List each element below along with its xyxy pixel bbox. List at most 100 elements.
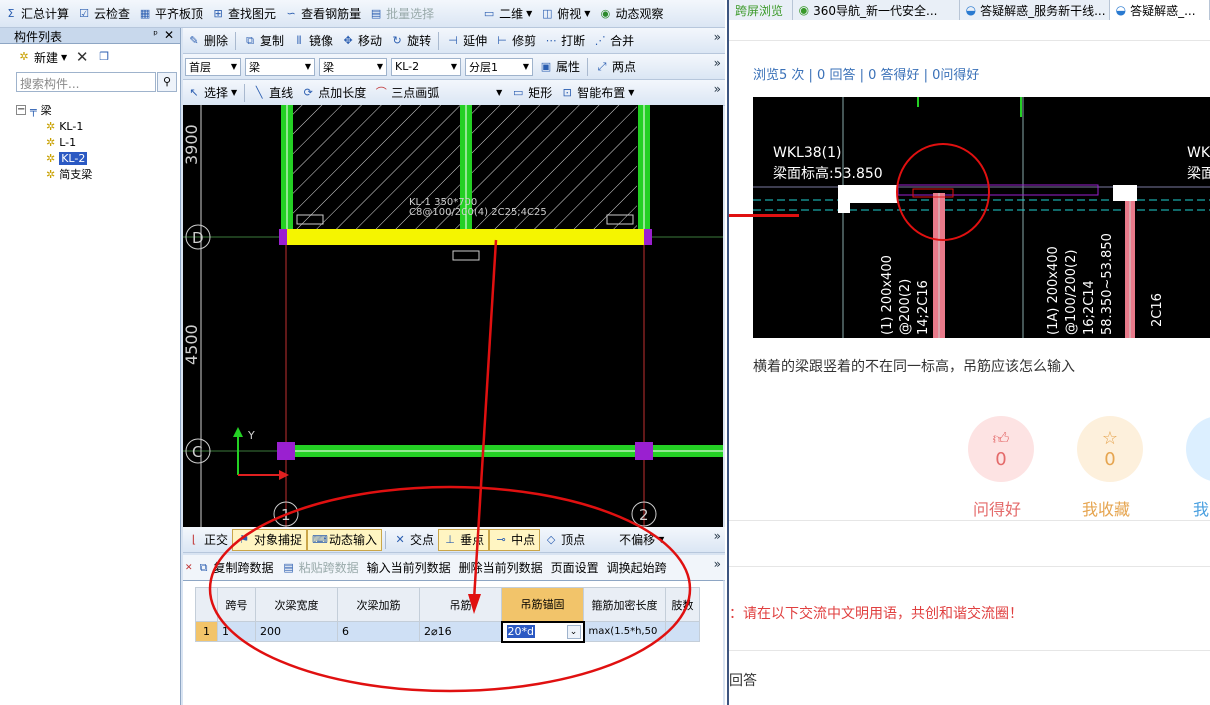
search-input[interactable]: 搜索构件... [16, 72, 156, 92]
view-2d-dropdown[interactable]: ▭ 二维 ▼ [478, 3, 536, 25]
delete-component-button[interactable]: ✕ [71, 46, 93, 68]
tree-item[interactable]: ✲ KL-1 [16, 118, 92, 134]
input-column-button[interactable]: 输入当前列数据 [363, 557, 455, 579]
midpoint-snap[interactable]: ⊸ 中点 [489, 528, 541, 551]
column-c2[interactable] [635, 442, 653, 460]
mirror-button[interactable]: ⫴ 镜像 [288, 30, 337, 52]
point-length-button[interactable]: ⟳ 点加长度 [297, 82, 370, 104]
question-stats: 浏览5 次 | 0 回答 | 0 答得好 | 0问得好 [753, 68, 980, 83]
properties-button[interactable]: ▣ 属性 [535, 56, 584, 78]
close-icon[interactable]: ✕ [185, 563, 193, 573]
col-width[interactable]: 次梁宽度 [255, 587, 338, 622]
rect-button[interactable]: ▭ 矩形 [507, 82, 556, 104]
more-icon[interactable]: » [714, 30, 721, 44]
new-component-button[interactable]: ✲ 新建 ▼ [13, 46, 71, 68]
tab-360[interactable]: ◉ 360导航_新一代安全... [792, 0, 960, 20]
arc-button[interactable]: ⌒ 三点画弧 [370, 82, 443, 104]
rotate-button[interactable]: ↻ 旋转 [386, 30, 435, 52]
batch-select-button[interactable]: ▤ 批量选择 [365, 3, 438, 25]
layer-dropdown[interactable]: 分层1 ▼ [465, 57, 533, 76]
tab-qa2[interactable]: ◒ 答疑解惑_... [1109, 0, 1210, 20]
paste-span-button[interactable]: ▤ 粘贴跨数据 [278, 557, 363, 579]
ortho-toggle[interactable]: ⌊ 正交 [183, 529, 232, 551]
tab-qa1[interactable]: ◒ 答疑解惑_服务新干线... [959, 0, 1110, 20]
cloud-check-button[interactable]: ☑ 云检查 [73, 3, 134, 25]
copy-span-button[interactable]: ⧉ 复制跨数据 [193, 557, 278, 579]
tree-item[interactable]: ✲ L-1 [16, 134, 92, 150]
smart-layout-button[interactable]: ⊡ 智能布置 ▼ [556, 82, 638, 104]
view-top-dropdown[interactable]: ◫ 俯视 ▼ [536, 3, 594, 25]
perpendicular-snap[interactable]: ⊥ 垂点 [438, 528, 490, 551]
tree-item[interactable]: ✲ 简支梁 [16, 166, 92, 182]
copy-component-button[interactable]: ❐ [93, 46, 115, 68]
delete-column-button[interactable]: 删除当前列数据 [455, 557, 547, 579]
component-dropdown[interactable]: KL-2 ▼ [391, 57, 461, 76]
delete-button[interactable]: ✎ 删除 [183, 30, 232, 52]
move-button[interactable]: ✥ 移动 [337, 30, 386, 52]
cell-anchor[interactable]: 20*d ⌄ [500, 620, 585, 643]
pin-icon[interactable]: ᵖ [153, 28, 158, 41]
offset-dropdown[interactable]: 不偏移 ▼ [615, 529, 668, 551]
arc-dropdown[interactable]: ▼ [445, 84, 505, 102]
more-icon[interactable]: » [714, 529, 721, 543]
more-icon[interactable]: » [714, 557, 721, 571]
col-add[interactable]: 次梁加筋 [337, 587, 420, 622]
copy-icon: ❐ [99, 50, 110, 63]
vertex-snap[interactable]: ◇ 顶点 [540, 529, 589, 551]
cell-span[interactable]: 1 [217, 621, 256, 642]
col-dense[interactable]: 箍筋加密长度 [583, 587, 666, 622]
cell-add[interactable]: 6 [337, 621, 420, 642]
cell-dense[interactable]: max(1.5*h,50 [583, 621, 666, 642]
question-image[interactable]: WKL38(1) 梁面标高:53.850 WK 梁面 (1) 200x400 @… [753, 97, 1210, 338]
svg-text:WK: WK [1187, 145, 1210, 161]
search-icon[interactable]: ⚲ [157, 72, 177, 92]
select-button[interactable]: ↖ 选择 ▼ [183, 82, 241, 104]
align-slab-button[interactable]: ▦ 平齐板顶 [134, 3, 207, 25]
view-rebar-button[interactable]: ∽ 查看钢筋量 [280, 3, 365, 25]
properties-icon: ▣ [540, 59, 552, 73]
mirror-icon: ⫴ [296, 33, 302, 47]
cell-width[interactable]: 200 [255, 621, 338, 642]
cell-legs[interactable] [665, 621, 700, 642]
object-snap-toggle[interactable]: ⚑ 对象捕捉 [232, 528, 308, 551]
cell-hang[interactable]: 2⌀16 [419, 621, 502, 642]
more-icon[interactable]: » [714, 56, 721, 70]
more-icon[interactable]: » [714, 82, 721, 96]
beam-kl2-selected[interactable] [281, 229, 650, 245]
swap-start-button[interactable]: 调换起始跨 [603, 557, 671, 579]
find-element-button[interactable]: ⊞ 查找图元 [207, 3, 280, 25]
two-point-button[interactable]: ⤢ 两点 [591, 56, 640, 78]
copy-button[interactable]: ⧉ 复制 [239, 30, 288, 52]
like-button[interactable]: 👍︎ 0 [968, 416, 1034, 482]
tree-root[interactable]: − ╤ 梁 [16, 102, 92, 118]
col-hang[interactable]: 吊筋 [419, 587, 502, 622]
summary-calc-button[interactable]: Σ 汇总计算 [0, 3, 73, 25]
third-button[interactable] [1186, 416, 1210, 482]
intersection-snap[interactable]: ✕ 交点 [389, 529, 438, 551]
column-c1[interactable] [277, 442, 295, 460]
copy-icon: ⧉ [246, 33, 254, 47]
paste-icon: ▤ [283, 560, 294, 574]
chevron-down-icon[interactable]: ⌄ [566, 624, 581, 639]
anchor-input[interactable]: 20*d [506, 625, 535, 638]
merge-button[interactable]: ⋰ 合并 [589, 30, 638, 52]
collapse-icon[interactable]: − [16, 105, 26, 115]
floor-dropdown[interactable]: 首层 ▼ [185, 57, 241, 76]
tree-item-selected[interactable]: ✲ KL-2 [16, 150, 92, 166]
favorite-button[interactable]: ☆ 0 [1077, 416, 1143, 482]
dynamic-view-button[interactable]: ◉ 动态观察 [594, 3, 667, 25]
col-anchor[interactable]: 吊筋锚固 [501, 587, 584, 622]
extend-button[interactable]: ⊣ 延伸 [442, 30, 491, 52]
tab-cross-screen[interactable]: 跨屏浏览 [729, 0, 793, 20]
trim-button[interactable]: ⊢ 修剪 [491, 30, 540, 52]
col-span[interactable]: 跨号 [217, 587, 256, 622]
col-legs[interactable]: 肢数 [665, 587, 700, 622]
page-setup-button[interactable]: 页面设置 [547, 557, 603, 579]
break-button[interactable]: ⋯ 打断 [540, 30, 589, 52]
line-button[interactable]: ╲ 直线 [248, 82, 297, 104]
type-dropdown[interactable]: 梁 ▼ [319, 57, 387, 76]
close-icon[interactable]: ✕ [164, 28, 174, 42]
category-dropdown[interactable]: 梁 ▼ [245, 57, 315, 76]
dynamic-input-toggle[interactable]: ⌨ 动态输入 [307, 528, 383, 551]
drawing-canvas[interactable]: KL-1 350*700 C8@100/200(4) 2C25;4C25 390… [183, 105, 723, 527]
